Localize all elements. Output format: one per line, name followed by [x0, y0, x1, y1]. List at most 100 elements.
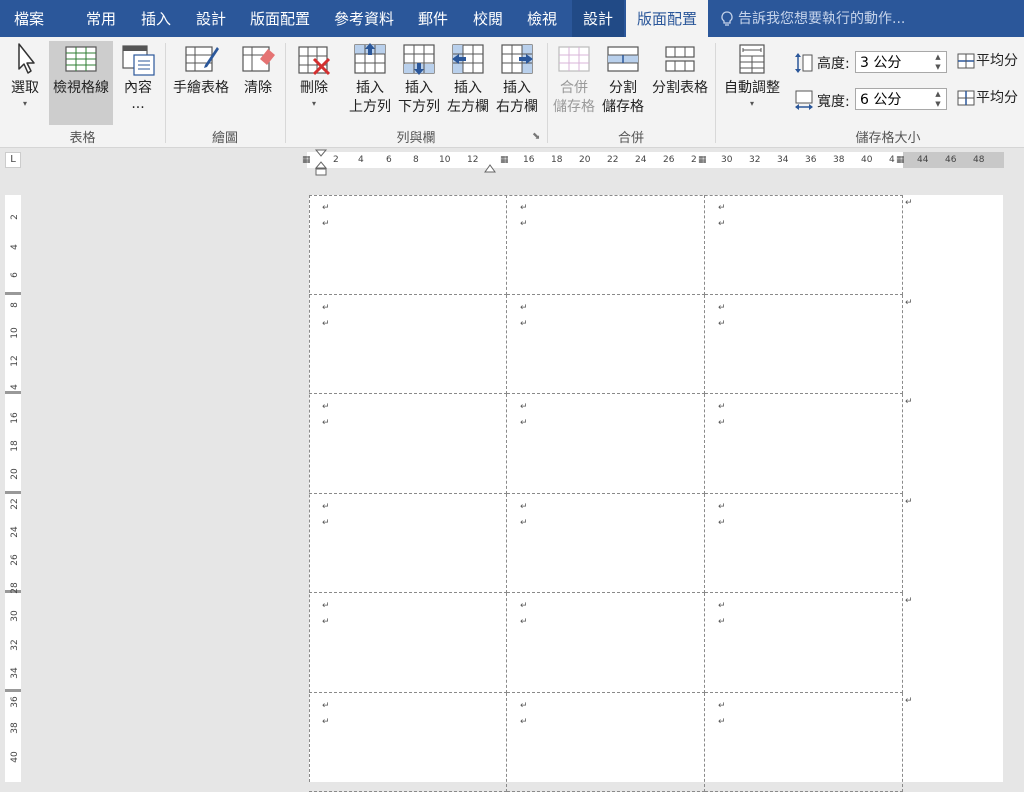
- table-cell[interactable]: ↵↵: [309, 394, 507, 494]
- paragraph-mark: ↵: [520, 717, 528, 727]
- table-cell[interactable]: ↵↵: [705, 693, 903, 792]
- tab-view[interactable]: 檢視: [527, 0, 557, 37]
- table-cell[interactable]: ↵↵: [705, 195, 903, 295]
- paragraph-mark: ↵: [520, 617, 528, 627]
- tab-insert[interactable]: 插入: [141, 0, 171, 37]
- tab-table-design[interactable]: 設計: [572, 0, 624, 37]
- view-gridlines-button[interactable]: 檢視格線: [49, 41, 113, 125]
- group-label-draw: 繪圖: [165, 127, 285, 146]
- split-cells-label-1: 分割: [600, 79, 646, 98]
- merge-cells-icon: [556, 41, 592, 77]
- ruler-number: 4: [358, 155, 364, 165]
- delete-button[interactable]: 刪除 ▾: [292, 41, 336, 110]
- cursor-arrow-icon: [11, 41, 39, 77]
- paragraph-mark: ↵: [322, 319, 330, 329]
- ruler-number: 36: [805, 155, 816, 165]
- tab-file[interactable]: 檔案: [6, 0, 52, 37]
- distribute-columns-button[interactable]: 平均分: [956, 89, 1024, 108]
- tab-layout[interactable]: 版面配置: [250, 0, 310, 37]
- insert-left-button[interactable]: 插入 左方欄: [445, 41, 491, 117]
- table-cell[interactable]: ↵↵: [507, 494, 705, 594]
- table-cell[interactable]: ↵↵: [507, 394, 705, 494]
- table-cell[interactable]: ↵↵: [705, 394, 903, 494]
- select-button[interactable]: 選取 ▾: [4, 41, 46, 110]
- dialog-launcher-icon[interactable]: ⬊: [532, 131, 540, 142]
- delete-label: 刪除: [300, 80, 328, 96]
- row-marker[interactable]: [5, 292, 21, 295]
- tab-references[interactable]: 參考資料: [334, 0, 394, 37]
- paragraph-mark: ↵: [718, 518, 726, 528]
- indent-markers-icon[interactable]: [314, 148, 328, 178]
- tab-table-layout[interactable]: 版面配置: [626, 0, 708, 37]
- ruler-number: 16: [523, 155, 534, 165]
- column-marker-icon[interactable]: ▦: [500, 155, 509, 165]
- split-cells-button[interactable]: 分割 儲存格: [600, 41, 646, 117]
- eraser-label: 清除: [244, 80, 272, 96]
- properties-label: 內容: [124, 80, 152, 96]
- table-cell[interactable]: ↵↵: [507, 295, 705, 395]
- tab-design[interactable]: 設計: [196, 0, 226, 37]
- ruler-number: 22: [10, 496, 20, 512]
- ruler-number: 2: [10, 209, 20, 225]
- ruler-number: 36: [10, 694, 20, 710]
- insert-above-button[interactable]: 插入 上方列: [347, 41, 393, 117]
- ruler-number: 30: [721, 155, 732, 165]
- group-label-cell-size: 儲存格大小: [770, 127, 1006, 146]
- width-field[interactable]: 6 公分 ▲▼: [855, 88, 947, 110]
- column-marker-icon[interactable]: ▦: [896, 155, 905, 165]
- end-of-row-mark: ↵: [905, 696, 913, 706]
- table-cell[interactable]: ↵↵: [705, 295, 903, 395]
- row-marker[interactable]: [5, 491, 21, 494]
- ribbon: 選取 ▾ 檢視格線 內容 ... 表格 手繪表格 清除 繪圖 刪除 ▾ 插入 上…: [0, 37, 1024, 148]
- table-cell[interactable]: ↵↵: [309, 295, 507, 395]
- insert-column-right-icon: [499, 41, 535, 77]
- autofit-button[interactable]: 自動調整 ▾: [720, 41, 784, 110]
- table-cell[interactable]: ↵↵: [507, 195, 705, 295]
- chevron-down-icon: ▾: [720, 98, 784, 110]
- eraser-button[interactable]: 清除: [238, 41, 278, 98]
- table-cell[interactable]: ↵↵: [507, 593, 705, 693]
- distribute-rows-label: 平均分: [976, 53, 1018, 69]
- ruler-number: 20: [10, 466, 20, 482]
- table-cell[interactable]: ↵↵: [309, 494, 507, 594]
- paragraph-mark: ↵: [322, 518, 330, 528]
- document-page[interactable]: ↵↵↵↵↵↵↵↵↵↵↵↵↵↵↵↵↵↵↵↵↵↵↵↵↵↵↵↵↵↵↵↵↵↵↵↵ ↵↵↵…: [309, 195, 1003, 782]
- right-indent-marker-icon[interactable]: [484, 163, 496, 173]
- tab-home[interactable]: 常用: [86, 0, 116, 37]
- table-cell[interactable]: ↵↵: [705, 494, 903, 594]
- table-cell[interactable]: ↵↵: [309, 693, 507, 792]
- insert-left-label-2: 左方欄: [445, 98, 491, 117]
- ruler-number: 2: [333, 155, 339, 165]
- table-cell[interactable]: ↵↵: [705, 593, 903, 693]
- table-properties-button[interactable]: 內容 ...: [117, 41, 159, 110]
- spin-arrows-icon[interactable]: ▲▼: [932, 52, 944, 72]
- ruler-number: 40: [10, 749, 20, 765]
- tab-selector[interactable]: L: [5, 152, 21, 168]
- insert-right-button[interactable]: 插入 右方欄: [494, 41, 540, 117]
- tab-mailings[interactable]: 郵件: [418, 0, 448, 37]
- merge-cells-button[interactable]: 合併 儲存格: [551, 41, 597, 117]
- lightbulb-icon: [720, 11, 734, 27]
- table-cell[interactable]: ↵↵: [309, 593, 507, 693]
- group-label-merge: 合併: [547, 127, 715, 146]
- split-table-button[interactable]: 分割表格: [650, 41, 710, 98]
- height-field[interactable]: 3 公分 ▲▼: [855, 51, 947, 73]
- tab-review[interactable]: 校閱: [473, 0, 503, 37]
- ruler-number: 8: [10, 297, 20, 313]
- column-marker-icon[interactable]: ▦: [698, 155, 707, 165]
- paragraph-mark: ↵: [322, 402, 330, 412]
- paragraph-mark: ↵: [322, 617, 330, 627]
- row-marker[interactable]: [5, 689, 21, 692]
- insert-below-button[interactable]: 插入 下方列: [396, 41, 442, 117]
- ruler-number: 44: [917, 155, 928, 165]
- column-marker-icon[interactable]: ▦: [302, 155, 311, 165]
- merge-label-1: 合併: [551, 79, 597, 98]
- spin-arrows-icon[interactable]: ▲▼: [932, 89, 944, 109]
- paragraph-mark: ↵: [520, 418, 528, 428]
- tell-me-box[interactable]: 告訴我您想要執行的動作...: [720, 0, 905, 37]
- draw-table-button[interactable]: 手繪表格: [170, 41, 232, 98]
- table-cell[interactable]: ↵↵: [507, 693, 705, 792]
- ruler-number: 4: [889, 155, 895, 165]
- table-cell[interactable]: ↵↵: [309, 195, 507, 295]
- distribute-rows-button[interactable]: 平均分: [956, 52, 1024, 71]
